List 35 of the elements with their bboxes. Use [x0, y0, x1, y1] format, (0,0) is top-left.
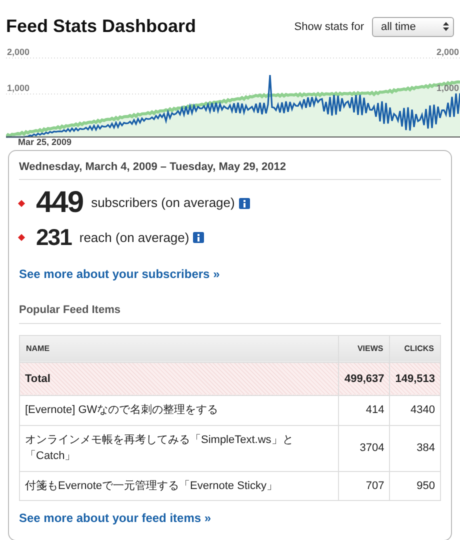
section-heading: Popular Feed Items	[19, 302, 441, 324]
range-select[interactable]: all time	[372, 16, 454, 38]
info-icon[interactable]	[193, 232, 204, 244]
column-header: VIEWS	[338, 335, 390, 362]
stat-value: 231	[36, 226, 72, 250]
stat-value: 449	[36, 188, 84, 218]
item-title: 付箋もEvernoteで一元管理する「Evernote Sticky」	[20, 471, 339, 501]
info-icon[interactable]	[238, 198, 250, 209]
stat-label: reach (on average)	[79, 228, 190, 247]
axis-tick-label: 2,000	[7, 46, 30, 57]
axis-tick-label: 2,000	[436, 46, 459, 57]
bullet-icon	[18, 234, 26, 242]
table-cell: 4340	[390, 396, 440, 426]
axis-tick-label: 1,000	[436, 82, 459, 93]
stat-label: subscribers (on average)	[91, 194, 235, 212]
total-label: Total	[20, 362, 339, 396]
table-cell: 707	[338, 471, 390, 501]
item-title: オンラインメモ帳を再考してみる「SimpleText.ws」と「Catch」	[20, 425, 339, 472]
dashboard-title: Feed Stats Dashboard	[6, 16, 196, 38]
table-cell: 414	[338, 396, 390, 426]
period-heading: Wednesday, March 4, 2009 – Tuesday, May 29, 2012	[19, 158, 441, 180]
table-cell: 149,513	[390, 362, 440, 396]
axis-tick-label: 1,000	[7, 82, 30, 93]
column-header: CLICKS	[390, 335, 440, 362]
subscribers-link[interactable]: See more about your subscribers »	[19, 265, 220, 284]
table-cell: 499,637	[338, 362, 390, 396]
range-label: Show stats for	[294, 20, 364, 35]
bullet-icon	[18, 200, 26, 207]
feed-items-link[interactable]: See more about your feed items »	[19, 509, 212, 528]
up-down-arrows-icon	[443, 22, 449, 32]
item-title: [Evernote] GWなので名刺の整理をする	[20, 396, 339, 426]
table-cell: 950	[390, 471, 440, 501]
column-header: NAME	[20, 335, 339, 362]
table-cell: 3704	[338, 425, 390, 472]
table-cell: 384	[390, 425, 440, 472]
